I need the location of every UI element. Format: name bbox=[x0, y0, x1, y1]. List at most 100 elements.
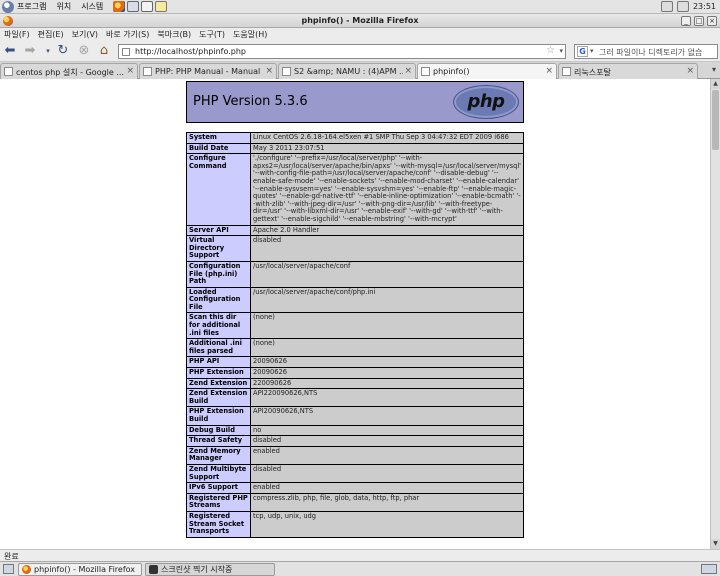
row-key: Build Date bbox=[186, 142, 251, 155]
menu-edit[interactable]: 편집(E) bbox=[38, 29, 64, 40]
minimize-button[interactable]: _ bbox=[681, 16, 691, 26]
row-value: /usr/local/server/apache/conf/php.ini bbox=[250, 286, 524, 314]
php-version-title: PHP Version 5.3.6 bbox=[193, 94, 308, 109]
stop-icon[interactable]: ⊗ bbox=[76, 43, 92, 59]
search-engine-dropdown-icon[interactable]: ▾ bbox=[590, 47, 594, 55]
url-dropdown-icon[interactable]: ▾ bbox=[559, 47, 563, 55]
close-window-button[interactable]: × bbox=[707, 16, 717, 26]
table-row: Zend Memory Manager enabled bbox=[186, 445, 524, 465]
table-row: Zend Extension Build API220090626,NTS bbox=[186, 388, 524, 408]
table-row: System Linux CentOS 2.6.18-164.el5xen #1 … bbox=[186, 132, 524, 144]
url-bar[interactable]: http://localhost/phpinfo.php ☆ ▾ bbox=[118, 44, 566, 59]
tab-close-icon[interactable]: × bbox=[265, 66, 273, 76]
panel-menu-system[interactable]: 시스템 bbox=[81, 1, 103, 12]
tab-list-dropdown-icon[interactable]: ▾ bbox=[712, 65, 716, 74]
tab-s2-namu[interactable]: S2 &amp; NAMU : (4)APM ... × bbox=[278, 63, 416, 79]
row-value: no bbox=[250, 424, 524, 437]
tab-close-icon[interactable]: × bbox=[404, 66, 412, 76]
row-key: PHP Extension bbox=[186, 367, 251, 379]
panel-menu-applications[interactable]: 프로그램 bbox=[17, 1, 46, 12]
menu-view[interactable]: 보기(V) bbox=[72, 29, 98, 40]
bookmark-star-icon[interactable]: ☆ bbox=[546, 45, 555, 56]
panel-clock[interactable]: 23:51 bbox=[693, 2, 716, 11]
php-logo-text: php bbox=[467, 91, 505, 112]
scroll-down-arrow-icon[interactable]: ▼ bbox=[711, 539, 720, 549]
row-key: PHP Extension Build bbox=[186, 406, 251, 426]
history-dropdown-icon[interactable]: ▾ bbox=[40, 43, 56, 59]
tab-php-manual[interactable]: PHP: PHP Manual - Manual × bbox=[139, 63, 277, 79]
search-input[interactable]: 그러 파일이나 디렉토리가 없습 bbox=[599, 47, 702, 58]
row-key: PHP API bbox=[186, 356, 251, 369]
row-key: Loaded Configuration File bbox=[186, 286, 251, 314]
panel-menu-places[interactable]: 위치 bbox=[56, 1, 71, 12]
row-value: 220090626 bbox=[250, 377, 524, 390]
table-row: Registered PHP Streams compress.zlib, php… bbox=[186, 492, 524, 512]
reload-icon[interactable]: ↻ bbox=[55, 43, 71, 59]
scroll-up-arrow-icon[interactable]: ▲ bbox=[711, 79, 720, 89]
row-key: Server API bbox=[186, 224, 251, 237]
menu-bookmarks[interactable]: 북마크(B) bbox=[157, 29, 191, 40]
table-row: Build Date May 3 2011 23:07:51 bbox=[186, 142, 524, 155]
search-bar[interactable]: G ▾ 그러 파일이나 디렉토리가 없습 bbox=[574, 44, 718, 59]
menu-tools[interactable]: 도구(T) bbox=[199, 29, 225, 40]
vertical-scrollbar[interactable]: ▲ ▼ bbox=[710, 79, 720, 549]
tab-linux-portal[interactable]: 리눅스포탈 × bbox=[558, 63, 698, 79]
menu-help[interactable]: 도움말(H) bbox=[233, 29, 267, 40]
row-key: Thread Safety bbox=[186, 435, 251, 447]
row-key: Scan this dir for additional .ini files bbox=[186, 312, 251, 340]
tab-phpinfo[interactable]: phpinfo() × bbox=[417, 63, 557, 80]
show-desktop-icon[interactable] bbox=[3, 564, 14, 574]
volume-tray-icon[interactable] bbox=[676, 1, 689, 12]
row-key: Zend Extension Build bbox=[186, 388, 251, 408]
firefox-launcher-icon[interactable] bbox=[113, 1, 126, 12]
row-value: disabled bbox=[250, 463, 524, 484]
bottom-taskbar: phpinfo() - Mozilla Firefox 스크린샷 찍기 시작중 bbox=[0, 561, 720, 576]
taskbar-item-label: 스크린샷 찍기 시작중 bbox=[161, 565, 233, 574]
row-value: compress.zlib, php, file, glob, data, ht… bbox=[250, 492, 524, 512]
scrollbar-thumb[interactable] bbox=[712, 90, 719, 150]
screenshot-app-icon bbox=[149, 565, 158, 574]
table-row: Zend Extension 220090626 bbox=[186, 377, 524, 390]
row-key: Zend Extension bbox=[186, 377, 251, 390]
tab-label: phpinfo() bbox=[433, 67, 470, 76]
editor-launcher-icon[interactable] bbox=[141, 1, 154, 12]
gnome-top-panel: 프로그램 위치 시스템 23:51 bbox=[0, 0, 720, 14]
tab-favicon-icon bbox=[143, 67, 152, 76]
window-titlebar[interactable]: phpinfo() - Mozilla Firefox _ □ × bbox=[0, 14, 720, 28]
gnome-foot-icon[interactable] bbox=[2, 0, 14, 13]
table-row: PHP API 20090626 bbox=[186, 356, 524, 369]
menu-bar: 파일(F) 편집(E) 보기(V) 바로 가기(S) 북마크(B) 도구(T) … bbox=[0, 28, 720, 40]
table-row: Debug Build no bbox=[186, 424, 524, 437]
tab-centos-php[interactable]: centos php 설치 - Google ... × bbox=[0, 63, 138, 79]
row-value: tcp, udp, unix, udg bbox=[250, 510, 524, 538]
row-value: /usr/local/server/apache/conf bbox=[250, 260, 524, 288]
table-row: Thread Safety disabled bbox=[186, 435, 524, 447]
mail-launcher-icon[interactable] bbox=[127, 1, 140, 12]
row-value: (none) bbox=[250, 338, 524, 358]
row-key: IPv6 Support bbox=[186, 482, 251, 494]
tab-close-icon[interactable]: × bbox=[686, 66, 694, 76]
table-row: Server API Apache 2.0 Handler bbox=[186, 224, 524, 237]
table-row: Additional .ini files parsed (none) bbox=[186, 338, 524, 358]
taskbar-item-label: phpinfo() - Mozilla Firefox bbox=[34, 565, 136, 574]
forward-arrow-icon[interactable]: ➡ bbox=[22, 43, 38, 59]
page-favicon-icon bbox=[122, 48, 130, 56]
google-search-engine-icon[interactable]: G bbox=[577, 46, 588, 57]
menu-history[interactable]: 바로 가기(S) bbox=[106, 29, 149, 40]
tab-label: 리눅스포탈 bbox=[574, 68, 611, 77]
tab-close-icon[interactable]: × bbox=[545, 66, 553, 76]
url-text[interactable]: http://localhost/phpinfo.php bbox=[135, 47, 246, 56]
row-value: API220090626,NTS bbox=[250, 388, 524, 408]
taskbar-item-screenshot[interactable]: 스크린샷 찍기 시작중 bbox=[145, 563, 275, 576]
menu-file[interactable]: 파일(F) bbox=[4, 29, 30, 40]
table-row: PHP Extension 20090626 bbox=[186, 367, 524, 379]
workspace-switcher[interactable] bbox=[701, 564, 717, 574]
notes-launcher-icon[interactable] bbox=[155, 1, 168, 12]
home-icon[interactable]: ⌂ bbox=[96, 43, 112, 59]
maximize-button[interactable]: □ bbox=[694, 16, 704, 26]
tab-close-icon[interactable]: × bbox=[126, 66, 134, 76]
php-logo[interactable]: php bbox=[453, 85, 519, 119]
network-tray-icon[interactable] bbox=[660, 1, 673, 12]
back-arrow-icon[interactable]: ⬅ bbox=[2, 43, 18, 59]
taskbar-item-firefox[interactable]: phpinfo() - Mozilla Firefox bbox=[18, 563, 142, 576]
